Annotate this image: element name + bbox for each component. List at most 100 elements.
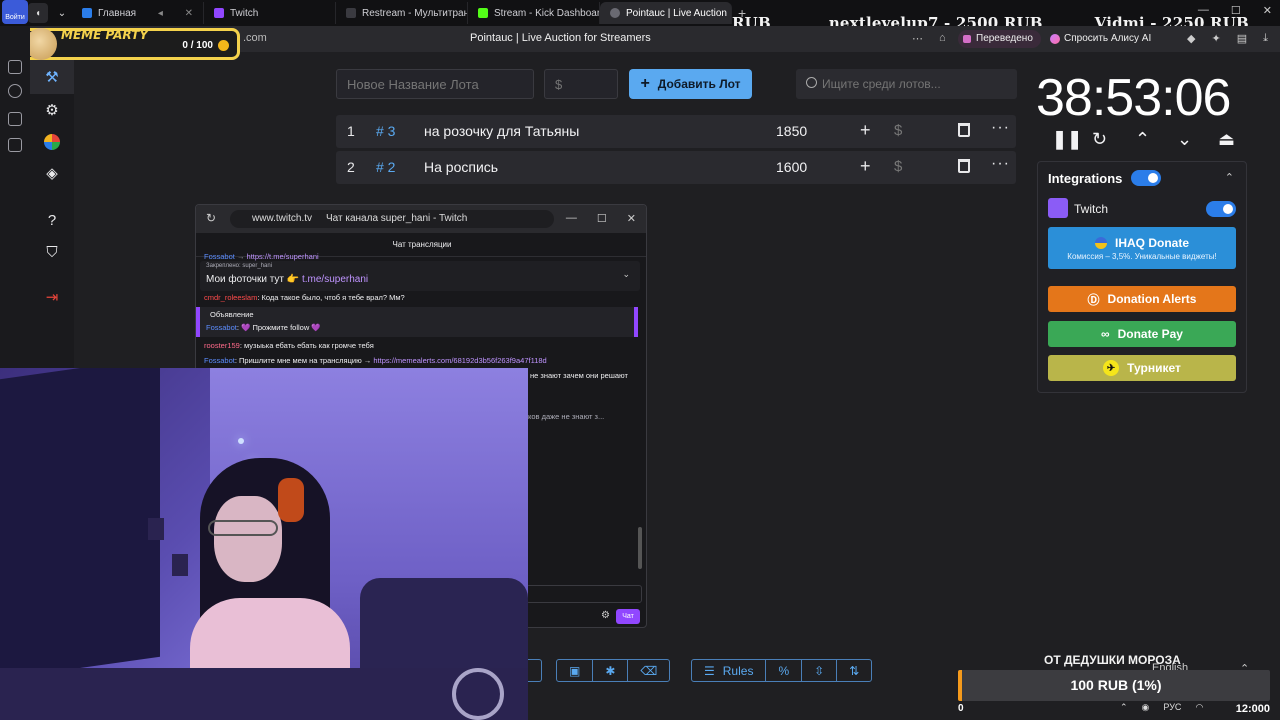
add-time-icon[interactable]: ⌃ bbox=[1135, 129, 1150, 150]
close-window-icon[interactable]: ✕ bbox=[1263, 4, 1272, 17]
tray-clock[interactable]: 12:000 bbox=[1236, 703, 1270, 715]
collapse-timer-icon[interactable]: ⏏ bbox=[1218, 129, 1235, 150]
dollar-icon[interactable]: $ bbox=[894, 158, 902, 175]
chat-input[interactable] bbox=[526, 585, 642, 603]
login-button[interactable]: Войти bbox=[2, 0, 28, 24]
donate-pay-button[interactable]: ∞ Donate Pay bbox=[1048, 321, 1236, 347]
lot-row: 1 # 3 на розочку для Татьяны 1850 + $ ··… bbox=[336, 115, 1016, 148]
shield-check-icon[interactable]: ⛉ bbox=[42, 242, 62, 262]
more-icon[interactable]: ⋯ bbox=[912, 32, 923, 45]
lot-name[interactable]: на розочку для Татьяны bbox=[424, 123, 579, 139]
lot-amount[interactable]: 1850 bbox=[776, 123, 807, 139]
pinned-message[interactable]: Закреплено: super_hani Мои фоточки тут 👉… bbox=[200, 261, 640, 291]
more-options-icon[interactable]: ··· bbox=[991, 155, 1010, 173]
auction-gavel-icon[interactable]: ⚒ bbox=[30, 60, 74, 94]
settings-gear-icon[interactable]: ⚙ bbox=[42, 100, 62, 120]
tab-kick[interactable]: Stream - Kick Dashboard bbox=[468, 2, 600, 24]
help-icon[interactable]: ? bbox=[42, 210, 62, 230]
ask-alisa-button[interactable]: Спросить Алису AI bbox=[1046, 30, 1159, 48]
maximize-window-icon[interactable]: ☐ bbox=[1231, 4, 1241, 17]
tab-pointauc[interactable]: Pointauc | Live Auction bbox=[600, 2, 732, 24]
lot-search[interactable] bbox=[796, 69, 1017, 99]
puzzle-icon[interactable]: ✦ bbox=[1212, 32, 1221, 45]
tab-twitch[interactable]: Twitch bbox=[204, 2, 336, 24]
meme-party-title: MEME PARTY bbox=[61, 28, 149, 42]
clear-lots-icon[interactable]: ⌫ bbox=[628, 660, 669, 681]
lot-tag[interactable]: # 3 bbox=[376, 123, 395, 139]
lot-amount[interactable]: 1600 bbox=[776, 159, 807, 175]
tray-wifi-icon[interactable]: ◠ bbox=[1195, 702, 1203, 713]
announcement-label: Объявление bbox=[210, 310, 254, 319]
bottom-toolbar-left bbox=[528, 659, 542, 682]
reload-icon[interactable]: ↻ bbox=[206, 211, 216, 225]
logout-icon[interactable]: ⇥ bbox=[42, 287, 62, 307]
launcher-five-icon[interactable] bbox=[8, 112, 22, 126]
lot-price-input[interactable] bbox=[544, 69, 618, 99]
minimize-chat-icon[interactable]: — bbox=[566, 212, 577, 225]
twitch-toggle[interactable] bbox=[1206, 201, 1236, 217]
tab-menu-chevron-icon[interactable]: ⌄ bbox=[52, 3, 72, 23]
lot-name[interactable]: На роспись bbox=[424, 159, 498, 175]
launcher-square-icon[interactable] bbox=[8, 60, 22, 74]
delete-lot-icon[interactable] bbox=[958, 123, 970, 137]
translated-badge[interactable]: Переведено bbox=[958, 30, 1041, 48]
percent-button[interactable]: % bbox=[766, 660, 803, 681]
close-chat-icon[interactable]: ✕ bbox=[627, 212, 636, 225]
expand-pinned-icon[interactable]: ⌄ bbox=[622, 269, 630, 280]
home-favicon-icon bbox=[82, 8, 92, 18]
chat-scrollbar[interactable] bbox=[638, 527, 642, 569]
maximize-chat-icon[interactable]: ☐ bbox=[597, 212, 607, 225]
tab-home[interactable]: Главная ◂ ✕ bbox=[72, 2, 204, 24]
launcher-camera-icon[interactable] bbox=[8, 138, 22, 152]
plus-icon: + bbox=[640, 75, 650, 92]
ihaq-icon bbox=[1094, 236, 1107, 249]
mute-icon[interactable]: ◂ bbox=[158, 8, 163, 19]
extension-icon[interactable]: ◆ bbox=[1187, 32, 1195, 45]
tab-restream[interactable]: Restream - Мультитрансл bbox=[336, 2, 468, 24]
launcher-play-icon[interactable] bbox=[8, 84, 22, 98]
collections-icon[interactable]: ▤ bbox=[1237, 32, 1247, 45]
download-icon[interactable]: ⤓ bbox=[1263, 32, 1268, 45]
save-icon[interactable]: ▣ bbox=[557, 660, 594, 681]
layers-icon[interactable]: ◈ bbox=[42, 163, 62, 183]
lot-name-input[interactable] bbox=[336, 69, 534, 99]
donation-goal-amount: 100 RUB (1%) bbox=[1070, 677, 1162, 693]
sort-icon[interactable]: ⇅ bbox=[837, 660, 871, 681]
lot-search-input[interactable] bbox=[822, 69, 1012, 99]
webcam-light bbox=[238, 438, 244, 444]
minimize-window-icon[interactable]: — bbox=[1198, 4, 1209, 17]
donation-alerts-button[interactable]: Ⓓ Donation Alerts bbox=[1048, 286, 1236, 312]
lot-tag[interactable]: # 2 bbox=[376, 159, 395, 175]
subtract-time-icon[interactable]: ⌄ bbox=[1177, 129, 1192, 150]
collapse-chevron-icon[interactable]: ⌃ bbox=[1225, 171, 1234, 184]
more-options-icon[interactable]: ··· bbox=[991, 119, 1010, 137]
add-amount-icon[interactable]: + bbox=[860, 120, 871, 141]
chat-url-bar[interactable]: www.twitch.tv Чат канала super_hani - Twi… bbox=[230, 210, 554, 228]
sound-icon[interactable]: ◖ bbox=[28, 3, 48, 23]
tray-language[interactable]: РУС bbox=[1163, 702, 1181, 713]
rules-button[interactable]: ☰ Rules bbox=[692, 660, 767, 681]
reset-icon[interactable]: ↻ bbox=[1092, 129, 1107, 150]
ihaq-donate-button[interactable]: IHAQ Donate Комиссия – 3,5%. Уникальные … bbox=[1048, 227, 1236, 269]
delete-lot-icon[interactable] bbox=[958, 159, 970, 173]
add-lot-button[interactable]: + Добавить Лот bbox=[629, 69, 752, 99]
integrations-toggle[interactable] bbox=[1131, 170, 1161, 186]
add-amount-icon[interactable]: + bbox=[860, 156, 871, 177]
tray-chevron-icon[interactable]: ⌃ bbox=[1120, 702, 1128, 713]
turniket-button[interactable]: ✈ Турникет bbox=[1048, 355, 1236, 381]
tray-network-icon[interactable]: ◉ bbox=[1142, 702, 1150, 713]
bookmark-icon[interactable]: ⌂ bbox=[939, 32, 946, 45]
dollar-icon[interactable]: $ bbox=[894, 122, 902, 139]
split-icon[interactable]: ⇳ bbox=[802, 660, 838, 681]
stats-pie-icon[interactable] bbox=[42, 132, 62, 152]
pinned-link[interactable]: t.me/superhani bbox=[302, 274, 368, 285]
address-host[interactable]: .com bbox=[243, 32, 267, 44]
bug-icon[interactable]: ✱ bbox=[593, 660, 629, 681]
webcam-glasses bbox=[208, 520, 278, 536]
chat-settings-icon[interactable]: ⚙ bbox=[601, 610, 610, 621]
page-title: Pointauc | Live Auction for Streamers bbox=[470, 32, 651, 44]
chat-send-button[interactable]: Чат bbox=[616, 609, 640, 624]
close-tab-icon[interactable]: ✕ bbox=[185, 8, 193, 19]
pinned-label: Закреплено: super_hani bbox=[206, 263, 273, 269]
pause-icon[interactable]: ❚❚ bbox=[1052, 129, 1082, 150]
